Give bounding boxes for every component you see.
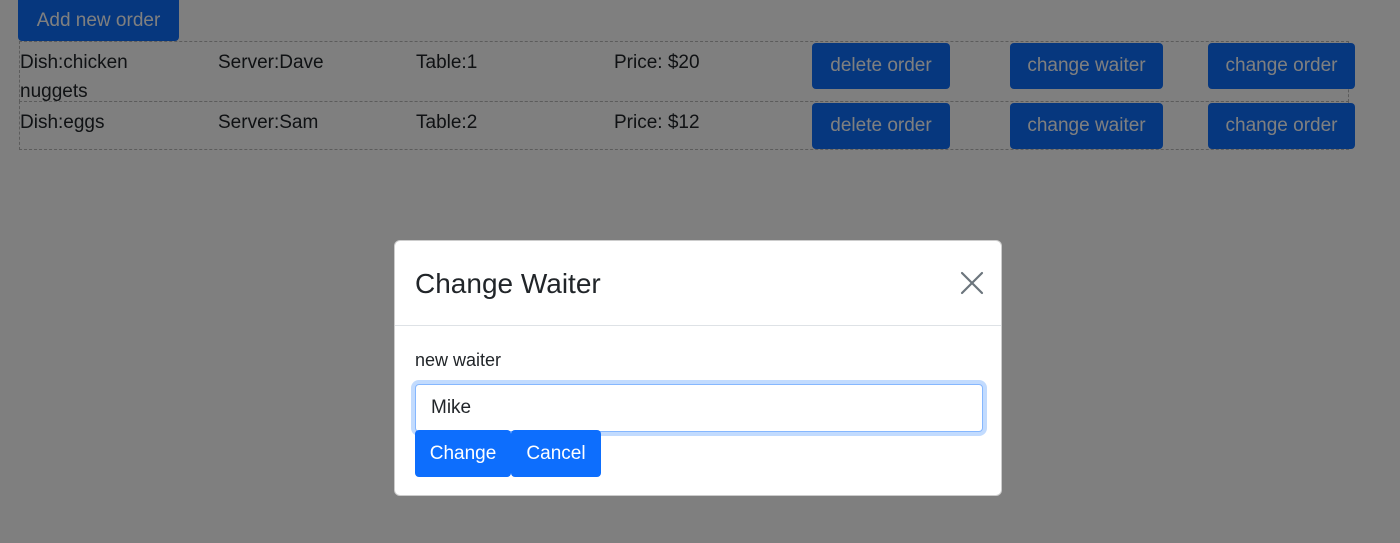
change-button[interactable]: Change — [415, 430, 511, 477]
new-waiter-input[interactable] — [415, 384, 983, 432]
cancel-button[interactable]: Cancel — [511, 430, 601, 477]
modal-title: Change Waiter — [415, 268, 601, 299]
close-icon — [960, 271, 984, 295]
modal-header: Change Waiter — [395, 241, 1001, 326]
new-waiter-label: new waiter — [415, 350, 502, 370]
modal-body: new waiter Change Cancel — [415, 347, 983, 477]
close-button[interactable] — [957, 268, 987, 298]
change-waiter-modal: Change Waiter new waiter Change Cancel — [394, 240, 1002, 496]
orders-page: Add new order Dish:chicken nuggets Serve… — [0, 0, 1400, 543]
